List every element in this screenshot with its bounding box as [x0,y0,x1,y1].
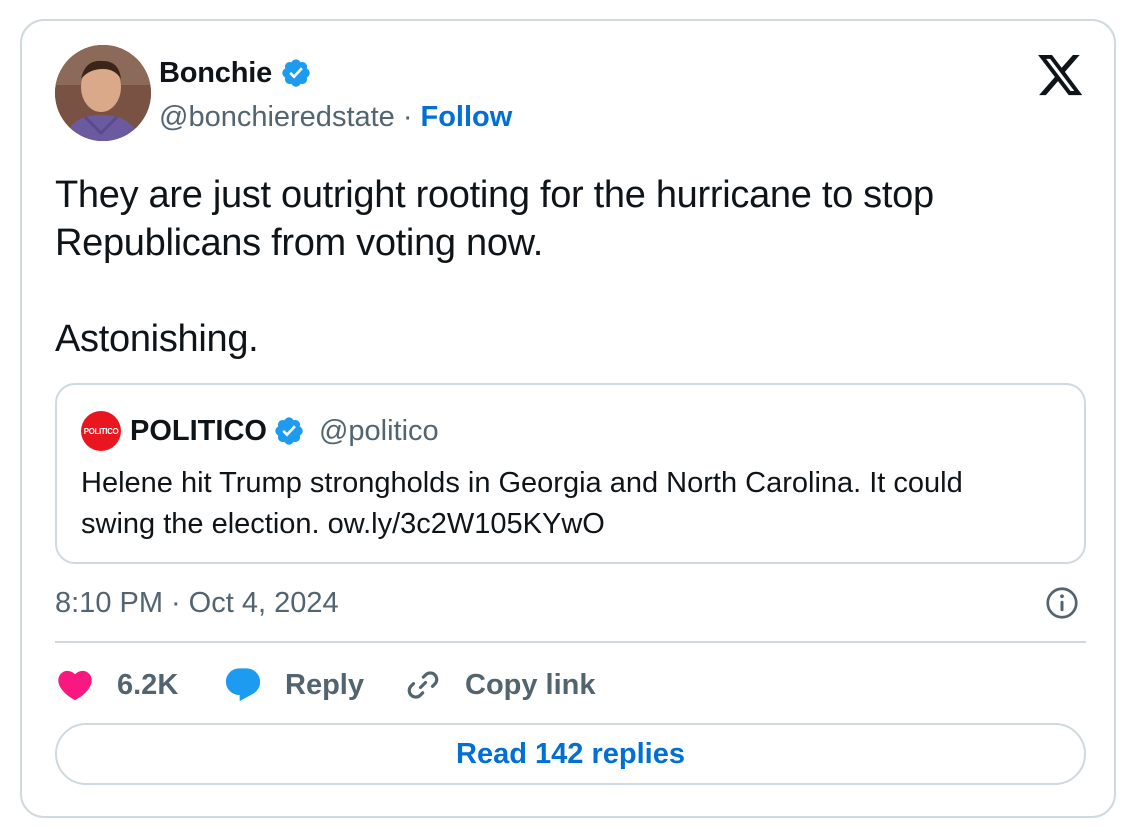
quoted-tweet[interactable]: POLITICO POLITICO @politico Helene hit T… [55,383,1086,564]
handle-separator: · [402,100,413,133]
verified-badge-icon [273,415,305,447]
speech-bubble-icon [223,665,263,705]
reply-label: Reply [285,668,364,701]
copy-link-button[interactable]: Copy link [403,665,596,705]
info-icon[interactable] [1044,585,1080,621]
heart-icon [55,665,95,705]
tweet-text: They are just outright rooting for the h… [55,171,1075,363]
verified-badge-icon [280,57,312,89]
author-name[interactable]: Bonchie [159,57,272,90]
like-button[interactable]: 6.2K [55,665,223,705]
action-bar: 6.2K Reply Copy link [55,663,596,707]
follow-button[interactable]: Follow [420,101,512,134]
quoted-tweet-header: POLITICO POLITICO @politico [81,411,439,451]
reply-button[interactable]: Reply [223,665,403,705]
read-replies-button[interactable]: Read 142 replies [55,723,1086,785]
author-name-row: Bonchie [159,55,312,91]
copy-link-label: Copy link [465,668,596,701]
tweet-text-line: They are just outright rooting for the h… [55,174,934,264]
time-separator: · [171,586,181,619]
link-icon [403,665,443,705]
tweet-text-line: Astonishing. [55,318,259,360]
quoted-author-name: POLITICO [130,414,267,447]
avatar[interactable] [55,45,151,141]
author-handle-row: @bonchieredstate · Follow [159,99,512,135]
x-logo-icon[interactable] [1038,55,1084,97]
author-handle[interactable]: @bonchieredstate [159,101,395,134]
timestamp[interactable]: 8:10 PM · Oct 4, 2024 [55,583,339,623]
divider [55,641,1086,643]
tweet-time: 8:10 PM [55,586,163,619]
politico-avatar: POLITICO [81,411,121,451]
like-count: 6.2K [117,668,179,701]
tweet-date: Oct 4, 2024 [188,586,339,619]
quoted-tweet-text: Helene hit Trump strongholds in Georgia … [81,467,963,540]
quoted-author-handle: @politico [318,414,439,447]
tweet-card: Bonchie @bonchieredstate · Follow They a… [20,19,1116,818]
